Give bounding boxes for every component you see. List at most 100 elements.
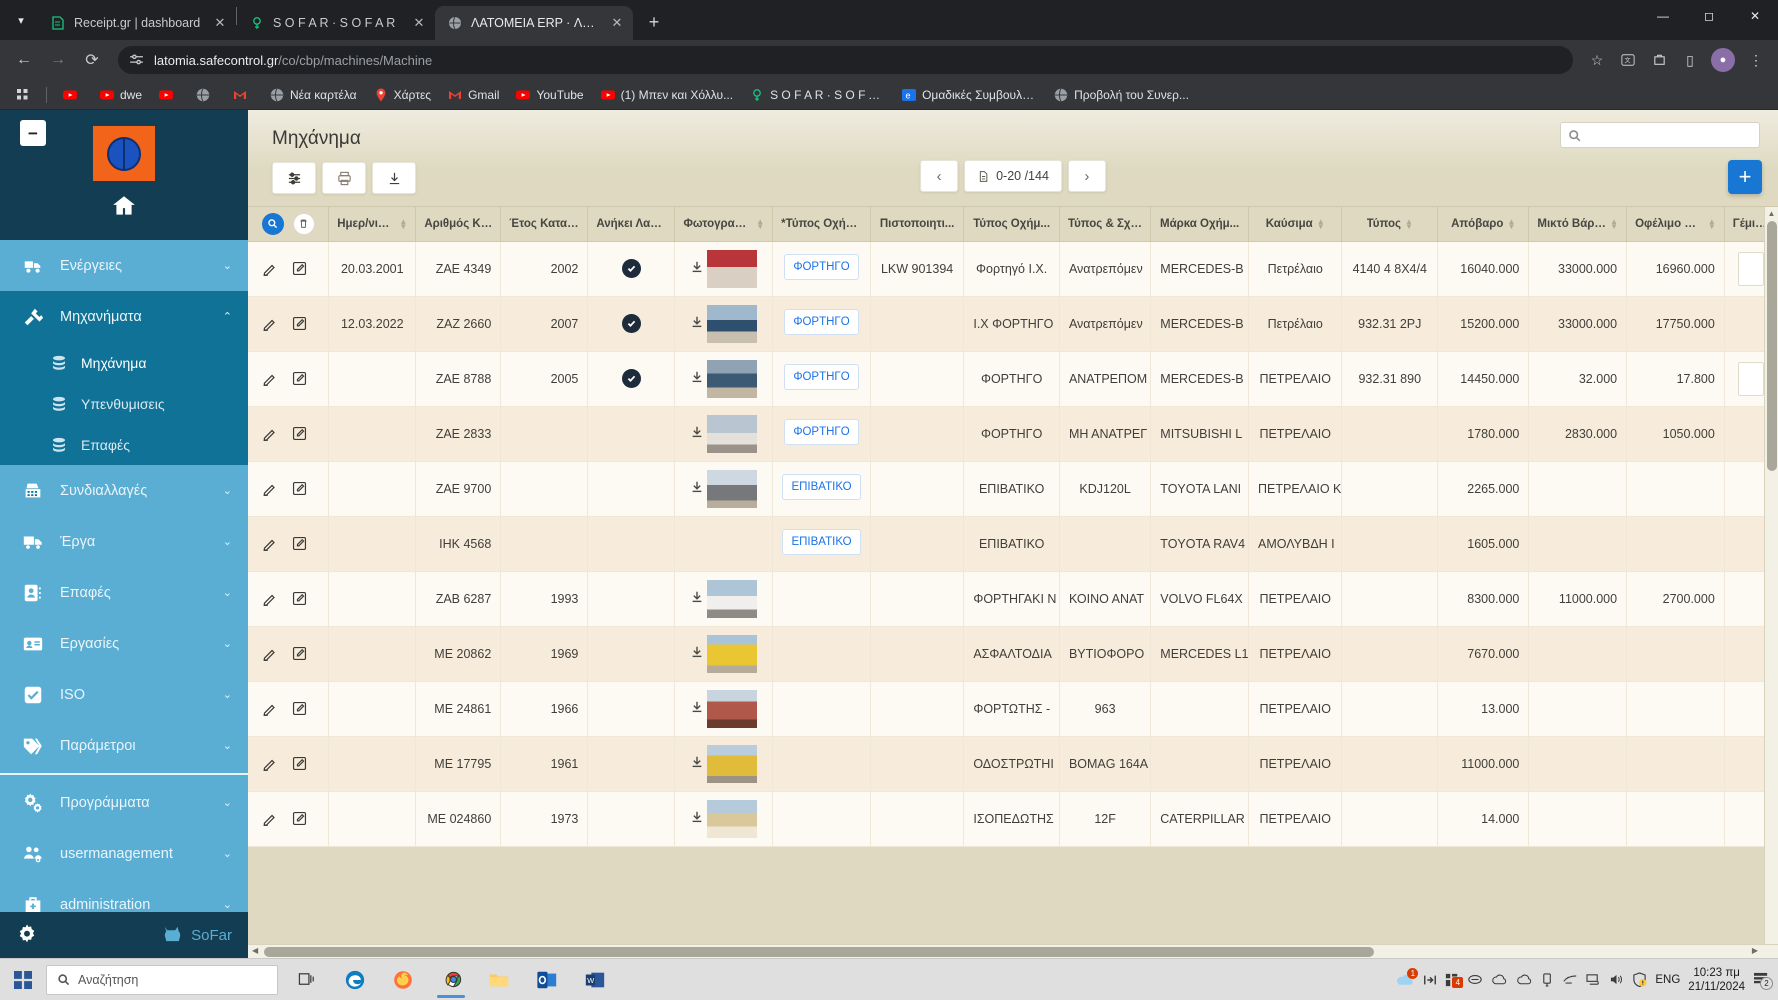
vertical-scroll-thumb[interactable] [1767, 221, 1777, 471]
edit-record-icon[interactable] [291, 260, 308, 277]
notifications-icon[interactable]: 2 [1753, 972, 1773, 990]
col-gross[interactable]: Μικτό Βάρος... ▲▼ [1528, 207, 1628, 242]
security-icon[interactable] [1632, 972, 1647, 987]
start-button[interactable] [0, 970, 46, 989]
quick-edit-icon[interactable] [261, 480, 278, 497]
scroll-left-arrow-icon[interactable]: ◀ [252, 946, 258, 955]
bookmark-6[interactable]: Χάρτες [366, 84, 438, 106]
col-brand[interactable]: Μάρκα Οχήμ... [1150, 207, 1249, 242]
quick-edit-icon[interactable] [261, 425, 278, 442]
vehicle-thumbnail[interactable] [707, 414, 758, 453]
sidebar-item-iso[interactable]: ISO ⌄ [0, 669, 248, 720]
download-icon[interactable] [690, 425, 704, 442]
mouse-icon[interactable] [1467, 973, 1483, 986]
profile-avatar[interactable]: ● [1711, 48, 1735, 72]
vehicle-type-chip[interactable]: ΦΟΡΤΗΓΟ [784, 309, 859, 335]
vehicle-thumbnail[interactable] [707, 469, 758, 508]
col-tare[interactable]: Απόβαρο ▲ ▼ [1437, 207, 1530, 242]
edit-record-icon[interactable] [291, 370, 308, 387]
bookmark-7[interactable]: Gmail [440, 84, 506, 106]
browser-tab-2[interactable]: S O F A R · S O F A R ✕ [237, 6, 435, 40]
quick-edit-icon[interactable] [261, 645, 278, 662]
col-vehicle-kind[interactable]: Τύπος Οχήμ... [963, 207, 1060, 242]
sidebar-home-button[interactable] [0, 181, 248, 232]
task-view-icon[interactable] [286, 961, 328, 999]
word-icon[interactable]: W [574, 961, 616, 999]
sidebar-item-erga[interactable]: Έργα ⌄ [0, 516, 248, 567]
table-row[interactable]: IHK 4568 ΕΠΙΒΑΤΙΚΟ ΕΠΙΒΑΤΙΚΟ TOYOTA RAV4 ΑΜΟ… [248, 516, 1778, 572]
file-explorer-icon[interactable] [478, 961, 520, 999]
sidebar-item-ergasies[interactable]: Εργασίες ⌄ [0, 618, 248, 669]
vehicle-thumbnail[interactable] [707, 249, 758, 288]
star-icon[interactable]: ☆ [1583, 46, 1611, 74]
table-row[interactable]: ZAE 9700 ΕΠΙΒΑΤΙΚΟ ΕΠΙΒΑΤΙΚΟ KDJ120L TOYOTA … [248, 461, 1778, 517]
hidden-icons-icon[interactable] [1423, 973, 1437, 987]
sidebar-item-programmata[interactable]: Προγράμματα ⌄ [0, 777, 248, 828]
download-icon[interactable] [690, 700, 704, 717]
clock[interactable]: 10:23 πμ 21/11/2024 [1688, 966, 1745, 994]
language-indicator[interactable]: ENG [1655, 974, 1680, 986]
prev-page-button[interactable]: ‹ [920, 160, 959, 192]
edit-record-icon[interactable] [291, 810, 308, 827]
export-button[interactable] [372, 162, 416, 194]
edit-record-icon[interactable] [291, 700, 308, 717]
teams-icon[interactable]: 4 [1445, 973, 1464, 988]
taskbar-search[interactable]: Αναζήτηση [46, 964, 278, 995]
vehicle-type-chip[interactable]: ΕΠΙΒΑΤΙΚΟ [782, 474, 861, 500]
fill-input[interactable] [1737, 361, 1764, 396]
download-icon[interactable] [690, 590, 704, 607]
sidebar-item-michanimata[interactable]: Μηχανήματα ⌃ [0, 291, 248, 342]
sidebar-subitem-epafes[interactable]: Επαφές [0, 424, 248, 465]
vertical-scrollbar[interactable]: ▲ [1764, 207, 1778, 944]
maximize-button[interactable]: ◻ [1686, 0, 1732, 32]
download-icon[interactable] [690, 370, 704, 387]
vehicle-type-chip[interactable]: ΦΟΡΤΗΓΟ [784, 254, 859, 280]
firefox-icon[interactable] [382, 961, 424, 999]
chrome-icon[interactable] [430, 961, 472, 999]
cloud-icon[interactable] [1491, 973, 1508, 986]
download-icon[interactable] [690, 260, 704, 277]
edit-record-icon[interactable] [291, 535, 308, 552]
cloud-icon[interactable] [1516, 973, 1533, 986]
bookmark-10[interactable]: S O F A R · S O F A R [742, 84, 892, 106]
split-icon[interactable]: ▯ [1676, 46, 1704, 74]
edit-record-icon[interactable] [291, 755, 308, 772]
quick-edit-icon[interactable] [261, 315, 278, 332]
table-row[interactable]: ME 24861 1966 ΦΟΡΤΩΤΗΣ -963 ΠΕΤΡΕΛΑΙΟ 13.000 [248, 681, 1778, 737]
quick-edit-icon[interactable] [261, 755, 278, 772]
browser-tab-1-close-icon[interactable]: ✕ [212, 15, 228, 31]
print-button[interactable] [322, 162, 366, 194]
edit-record-icon[interactable] [291, 645, 308, 662]
download-icon[interactable] [690, 810, 704, 827]
sort-icon[interactable]: ▲ ▼ [1317, 217, 1325, 230]
edit-record-icon[interactable] [291, 315, 308, 332]
page-range-button[interactable]: 0-20 /144 [964, 160, 1062, 192]
next-page-button[interactable]: › [1067, 160, 1106, 192]
sidebar-collapse-button[interactable]: − [20, 120, 46, 146]
sort-icon[interactable]: ▲ ▼ [1610, 217, 1618, 230]
reload-icon[interactable]: ⟳ [76, 44, 108, 76]
browser-tab-3-close-icon[interactable]: ✕ [609, 15, 625, 31]
table-row[interactable]: ME 024860 1973 ΙΣΟΠΕΔΩΤΗΣ 12F CATERPILLAR ΠΕΤ… [248, 791, 1778, 847]
quick-edit-icon[interactable] [261, 700, 278, 717]
table-row[interactable]: ME 17795 1961 ΟΔΟΣΤΡΩΤΗΙ BOMAG 164A ΠΕΤΡΕΛΑΙ… [248, 736, 1778, 792]
quick-edit-icon[interactable] [261, 810, 278, 827]
col-vehicle-type-req[interactable]: *Τύπος Οχήμ... [772, 207, 871, 242]
vehicle-type-chip[interactable]: ΦΟΡΤΗΓΟ [784, 419, 859, 445]
onedrive-icon[interactable]: 1 [1394, 968, 1419, 988]
edit-record-icon[interactable] [291, 480, 308, 497]
bookmark-2[interactable] [151, 84, 186, 106]
sort-icon[interactable]: ▲ ▼ [1507, 217, 1515, 230]
gear-icon[interactable] [16, 923, 38, 948]
vehicle-thumbnail[interactable] [707, 689, 758, 728]
fill-input[interactable] [1737, 251, 1764, 286]
delete-row-icon[interactable] [292, 212, 315, 235]
chrome-menu-icon[interactable]: ⋮ [1742, 46, 1770, 74]
printer-tray-icon[interactable] [1562, 973, 1578, 986]
network-icon[interactable] [1586, 973, 1601, 986]
vehicle-type-chip[interactable]: ΦΟΡΤΗΓΟ [784, 364, 859, 390]
download-icon[interactable] [690, 755, 704, 772]
table-row[interactable]: ME 20862 1969 ΑΣΦΑΛΤΟΔΙΑ ΒΥΤΙΟΦΟΡΟ MERCEDES … [248, 626, 1778, 682]
browser-tab-2-close-icon[interactable]: ✕ [411, 15, 427, 31]
address-bar[interactable]: latomia.safecontrol.gr/co/cbp/machines/M… [118, 46, 1573, 74]
